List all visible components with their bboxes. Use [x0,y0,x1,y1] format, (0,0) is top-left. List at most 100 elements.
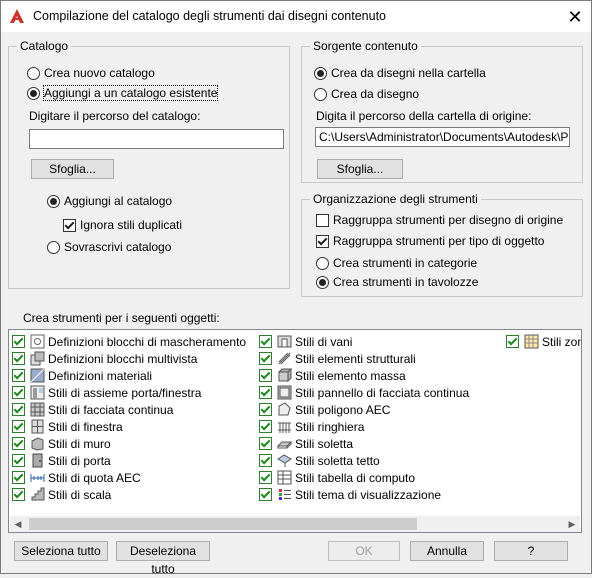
object-item[interactable]: Definizioni blocchi multivista [12,350,197,367]
objects-list: Definizioni blocchi di mascheramento Defi… [8,329,582,533]
slab-icon [277,441,292,449]
catalog-legend: Catalogo [20,39,69,53]
object-label: Stili elementi strutturali [295,351,416,366]
object-checkbox[interactable] [259,471,272,484]
group-by-type-checkbox[interactable]: Raggruppa strumenti per tipo di oggetto [316,234,544,248]
object-checkbox[interactable] [12,420,25,433]
object-checkbox[interactable] [12,403,25,416]
object-checkbox[interactable] [259,335,272,348]
source-from-folder-label: Crea da disegni nella cartella [331,66,486,80]
object-checkbox[interactable] [259,369,272,382]
object-item[interactable]: Stili elementi strutturali [259,350,416,367]
create-new-catalog-radio[interactable]: Crea nuovo catalogo [27,66,155,80]
structural-member-icon [278,352,291,365]
scroll-right-icon[interactable]: ▶ [564,516,580,532]
object-checkbox[interactable] [12,369,25,382]
close-button[interactable]: ✕ [561,4,589,30]
catalog-browse-button[interactable]: Sfoglia... [31,159,114,179]
group-by-drawing-checkbox[interactable]: Raggruppa strumenti per disegno di origi… [316,213,563,227]
add-existing-catalog-label: Aggiungi a un catalogo esistente [42,85,219,101]
close-icon: ✕ [567,7,583,27]
object-checkbox[interactable] [12,454,25,467]
object-item[interactable]: Stili soletta tetto [259,452,380,469]
source-from-drawing-radio[interactable]: Crea da disegno [314,87,419,101]
tools-in-palettes-radio[interactable]: Crea strumenti in tavolozze [316,275,478,289]
wall-icon [31,437,44,451]
object-checkbox[interactable] [259,488,272,501]
tools-in-categories-radio[interactable]: Crea strumenti in categorie [316,256,477,270]
group-by-type-label: Raggruppa strumenti per tipo di oggetto [333,234,545,248]
add-to-catalog-radio[interactable]: Aggiungi al catalogo [47,194,172,208]
object-checkbox[interactable] [12,437,25,450]
object-label: Stili pannello di facciata continua [295,385,470,400]
source-legend: Sorgente contenuto [313,39,418,53]
aec-dimension-icon [30,474,45,482]
object-checkbox[interactable] [259,454,272,467]
object-item[interactable]: Stili tabella di computo [259,469,415,486]
object-item[interactable]: Stili di finestra [12,418,123,435]
ignore-duplicates-checkbox[interactable]: Ignora stili duplicati [63,218,182,232]
cancel-button[interactable]: Annulla [410,541,484,561]
radio-indicator [314,66,327,80]
object-item[interactable]: Stili di assieme porta/finestra [12,384,201,401]
add-existing-catalog-radio[interactable]: Aggiungi a un catalogo esistente [27,85,219,101]
radio-indicator [314,87,327,101]
object-item[interactable]: Stili ringhiera [259,418,364,435]
scroll-left-icon[interactable]: ◀ [10,516,26,532]
object-label: Stili di assieme porta/finestra [48,385,202,400]
source-from-folder-radio[interactable]: Crea da disegni nella cartella [314,66,486,80]
object-checkbox[interactable] [12,386,25,399]
object-item[interactable]: Definizioni materiali [12,367,152,384]
source-path-input[interactable]: C:\Users\Administrator\Documents\Autodes… [315,127,570,147]
object-item[interactable]: Stili elemento massa [259,367,406,384]
object-item[interactable]: Stili pannello di facciata continua [259,384,469,401]
object-checkbox[interactable] [259,420,272,433]
object-item[interactable]: Stili di scala [12,486,111,503]
object-checkbox[interactable] [259,437,272,450]
tools-in-palettes-label: Crea strumenti in tavolozze [333,275,479,289]
object-item[interactable]: Stili di vani [259,333,352,350]
object-item[interactable]: Stili soletta [259,435,353,452]
opening-icon [277,335,292,348]
object-checkbox[interactable] [259,386,272,399]
object-checkbox[interactable] [12,352,25,365]
object-label: Definizioni blocchi di mascheramento [48,334,247,349]
object-item[interactable]: Stili poligono AEC [259,401,390,418]
curtain-wall-panel-icon [277,385,292,400]
object-item[interactable]: Stili di facciata continua [12,401,173,418]
ok-button[interactable]: OK [328,541,400,561]
radio-indicator [27,66,40,80]
window-title: Compilazione del catalogo degli strument… [33,9,386,23]
object-item[interactable]: Stili di porta [12,452,111,469]
select-all-button[interactable]: Seleziona tutto [14,541,108,561]
overwrite-catalog-radio[interactable]: Sovrascrivi catalogo [47,240,171,254]
object-checkbox[interactable] [12,335,25,348]
object-item[interactable]: Stili di quota AEC [12,469,141,486]
object-item[interactable]: Stili di muro [12,435,111,452]
material-icon [30,368,45,383]
scroll-thumb[interactable] [29,518,417,530]
catalog-path-input[interactable] [29,129,284,149]
horizontal-scrollbar[interactable]: ◀ ▶ [10,516,580,532]
object-checkbox[interactable] [506,335,519,348]
tools-in-categories-label: Crea strumenti in categorie [333,256,478,270]
deselect-all-button[interactable]: Deseleziona tutto [116,541,210,576]
object-item[interactable]: Stili zona [506,333,581,350]
organization-legend: Organizzazione degli strumenti [313,192,478,206]
object-label: Stili zona [542,334,581,349]
object-item[interactable]: Definizioni blocchi di mascheramento [12,333,246,350]
help-button[interactable]: ? [494,541,568,561]
object-item[interactable]: Stili tema di visualizzazione [259,486,441,503]
object-label: Stili soletta [295,436,354,451]
object-checkbox[interactable] [259,352,272,365]
ignore-duplicates-label: Ignora stili duplicati [80,218,183,232]
object-checkbox[interactable] [12,488,25,501]
source-browse-button[interactable]: Sfoglia... [317,159,403,179]
checkbox-indicator [316,234,329,248]
curtain-wall-icon [30,402,45,417]
radio-indicator [47,240,60,254]
object-label: Stili elemento massa [295,368,406,383]
object-checkbox[interactable] [259,403,272,416]
object-checkbox[interactable] [12,471,25,484]
door-window-assembly-icon [30,385,45,400]
